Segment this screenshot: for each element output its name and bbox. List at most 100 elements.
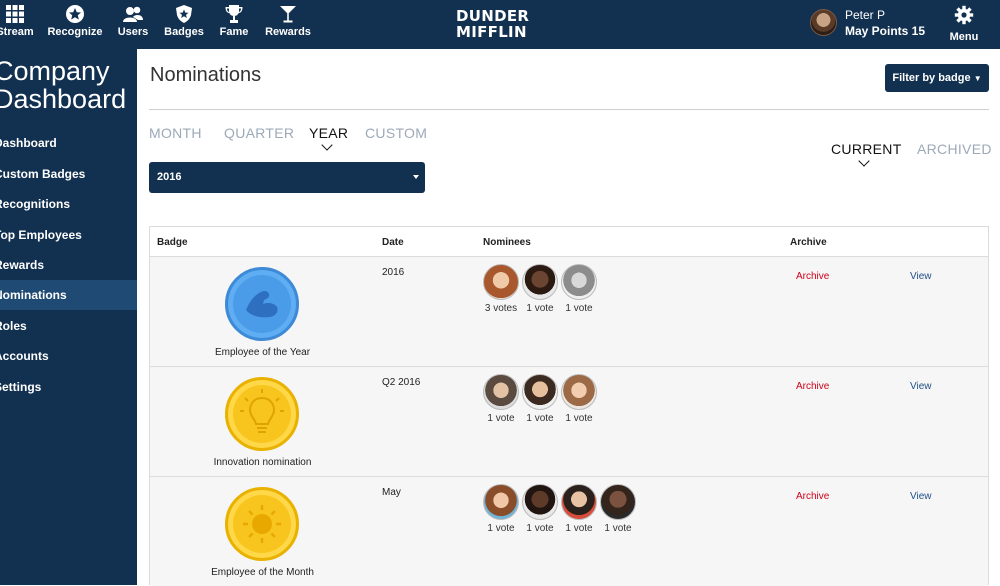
nomination-date: 2016 xyxy=(382,267,405,278)
nominee[interactable]: 1 vote xyxy=(522,484,558,534)
avatar xyxy=(483,264,519,300)
page-title: Nominations xyxy=(150,64,262,86)
view-link[interactable]: View xyxy=(910,271,932,282)
archive-link[interactable]: Archive xyxy=(796,271,829,282)
flexed-arm-icon xyxy=(246,290,278,318)
top-navigation-bar: Stream Recognize Users Badges Fame Rewar… xyxy=(0,0,1000,49)
nav-recognize-label: Recognize xyxy=(47,26,103,38)
caret-down-icon xyxy=(413,175,419,179)
column-header-archive: Archive xyxy=(790,237,827,248)
users-icon xyxy=(123,6,143,22)
menu-label: Menu xyxy=(949,31,979,43)
avatar xyxy=(522,484,558,520)
sidebar-item-dashboard[interactable]: Dashboard xyxy=(0,128,137,158)
cocktail-icon xyxy=(280,6,296,23)
avatar xyxy=(810,9,837,36)
trophy-icon xyxy=(225,5,243,23)
sidebar-title-line-2: Dashboard xyxy=(0,84,127,114)
arm-icon xyxy=(225,267,299,341)
table-row: Employee of the Month May 1 vote 1 vote … xyxy=(150,476,988,586)
nav-stream-label: Stream xyxy=(0,26,34,38)
chevron-down-icon: ▼ xyxy=(973,74,982,83)
vote-count: 1 vote xyxy=(526,413,554,424)
sun-glyph-icon xyxy=(243,505,281,543)
sidebar-item-nominations[interactable]: Nominations xyxy=(0,280,137,310)
logo-line-1: DUNDER xyxy=(456,7,530,25)
nominee[interactable]: 1 vote xyxy=(561,374,597,424)
nominee[interactable]: 1 vote xyxy=(483,374,519,424)
sidebar-item-roles[interactable]: Roles xyxy=(0,311,137,341)
tab-quarter[interactable]: QUARTER xyxy=(224,125,294,141)
sidebar-item-recognitions[interactable]: Recognitions xyxy=(0,189,137,219)
nomination-date: Q2 2016 xyxy=(382,377,421,388)
view-link[interactable]: View xyxy=(910,381,932,392)
nominee[interactable]: 1 vote xyxy=(522,374,558,424)
tab-current[interactable]: CURRENT xyxy=(831,141,902,157)
user-name: Peter P xyxy=(845,8,886,22)
nav-fame[interactable]: Fame xyxy=(204,4,264,38)
nominee[interactable]: 1 vote xyxy=(483,484,519,534)
nav-recognize[interactable]: Recognize xyxy=(45,4,105,38)
sidebar-item-top-employees[interactable]: Top Employees xyxy=(0,220,137,250)
nominee[interactable]: 1 vote xyxy=(561,264,597,314)
nav-stream[interactable]: Stream xyxy=(0,4,45,38)
nominee[interactable]: 1 vote xyxy=(600,484,636,534)
column-header-date: Date xyxy=(382,237,404,248)
tab-month[interactable]: MONTH xyxy=(149,125,202,141)
grid-icon xyxy=(6,5,24,23)
vote-count: 3 votes xyxy=(484,303,518,314)
lightbulb-icon xyxy=(225,377,299,451)
tab-custom[interactable]: CUSTOM xyxy=(365,125,427,141)
menu-button[interactable]: Menu xyxy=(942,5,986,43)
nominee[interactable]: 3 votes xyxy=(483,264,519,314)
avatar xyxy=(600,484,636,520)
vote-count: 1 vote xyxy=(526,523,554,534)
badge-name: Employee of the Month xyxy=(211,567,314,578)
view-link[interactable]: View xyxy=(910,491,932,502)
avatar xyxy=(561,374,597,410)
avatar xyxy=(483,484,519,520)
active-status-chevron-icon xyxy=(858,155,870,167)
nominee[interactable]: 1 vote xyxy=(561,484,597,534)
shield-icon xyxy=(176,5,192,23)
vote-count: 1 vote xyxy=(526,303,554,314)
nav-fame-label: Fame xyxy=(219,26,249,38)
gear-icon xyxy=(954,5,974,25)
year-select[interactable]: 2016 xyxy=(149,162,425,193)
sidebar: Company Dashboard Dashboard Custom Badge… xyxy=(0,49,137,585)
avatar xyxy=(561,264,597,300)
vote-count: 1 vote xyxy=(565,303,593,314)
badge-name: Employee of the Year xyxy=(214,347,311,358)
vote-count: 1 vote xyxy=(487,523,515,534)
star-icon xyxy=(66,5,84,23)
column-header-badge: Badge xyxy=(157,237,188,248)
archive-link[interactable]: Archive xyxy=(796,491,829,502)
archive-link[interactable]: Archive xyxy=(796,381,829,392)
tab-year[interactable]: YEAR xyxy=(309,125,348,141)
tab-archived[interactable]: ARCHIVED xyxy=(917,141,992,157)
user-points: May Points 15 xyxy=(845,24,926,38)
logo-line-2: MIFFLIN xyxy=(456,23,527,41)
table-row: Innovation nomination Q2 2016 1 vote 1 v… xyxy=(150,366,988,476)
sidebar-item-accounts[interactable]: Accounts xyxy=(0,341,137,371)
sidebar-item-settings[interactable]: Settings xyxy=(0,372,137,402)
nav-rewards-label: Rewards xyxy=(265,26,311,38)
active-tab-chevron-icon xyxy=(321,139,333,151)
avatar xyxy=(522,374,558,410)
sidebar-item-custom-badges[interactable]: Custom Badges xyxy=(0,159,137,189)
vote-count: 1 vote xyxy=(565,413,593,424)
nav-rewards[interactable]: Rewards xyxy=(258,4,318,38)
table-row: Employee of the Year 2016 3 votes 1 vote… xyxy=(150,256,988,366)
filter-by-badge-button[interactable]: Filter by badge ▼ xyxy=(885,64,989,92)
sidebar-item-rewards[interactable]: Rewards xyxy=(0,250,137,280)
nominee[interactable]: 1 vote xyxy=(522,264,558,314)
filter-by-badge-label: Filter by badge xyxy=(892,72,971,84)
vote-count: 1 vote xyxy=(487,413,515,424)
nomination-date: May xyxy=(382,487,401,498)
sidebar-title-line-1: Company xyxy=(0,56,110,86)
avatar xyxy=(522,264,558,300)
avatar xyxy=(483,374,519,410)
avatar xyxy=(561,484,597,520)
vote-count: 1 vote xyxy=(565,523,593,534)
nominations-table: Badge Date Nominees Archive Employee of … xyxy=(149,226,989,586)
